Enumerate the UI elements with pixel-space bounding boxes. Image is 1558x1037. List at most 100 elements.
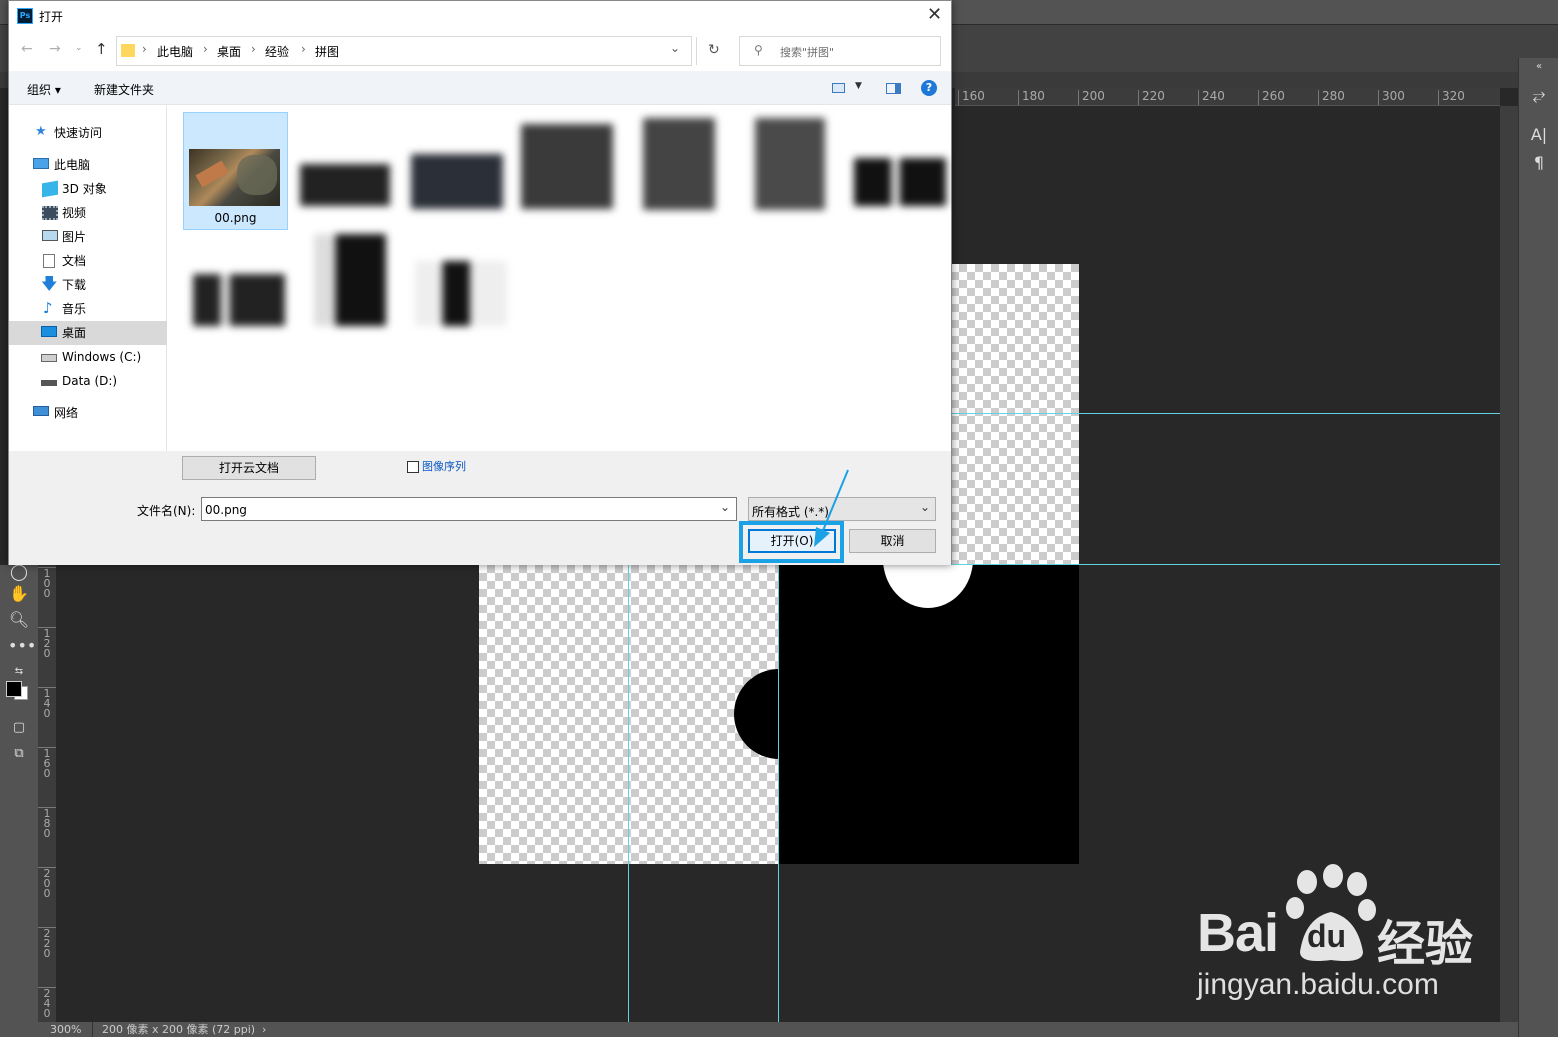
refresh-icon[interactable]: ↻: [708, 42, 720, 58]
guide-line-vertical[interactable]: [628, 565, 629, 1022]
nav-documents[interactable]: 文档: [9, 249, 167, 273]
nav-videos[interactable]: 视频: [9, 201, 167, 225]
guide-line-vertical[interactable]: [778, 565, 779, 1022]
blurred-thumbnail[interactable]: [415, 261, 507, 326]
open-cloud-docs-button[interactable]: 打开云文档: [182, 456, 316, 480]
desktop-icon: [41, 326, 57, 337]
blurred-thumbnail[interactable]: [854, 158, 946, 206]
paragraph-panel-icon[interactable]: ¶: [1527, 152, 1551, 174]
search-input[interactable]: ⚲ 搜索"拼图": [739, 36, 941, 66]
close-icon[interactable]: ✕: [927, 4, 942, 25]
nav-pictures[interactable]: 图片: [9, 225, 167, 249]
breadcrumb-jingyan[interactable]: 经验: [265, 43, 289, 60]
ruler-tick-label: 2 4 0: [38, 987, 56, 1019]
cancel-button[interactable]: 取消: [849, 529, 936, 553]
filename-value: 00.png: [205, 503, 247, 517]
download-icon: 🡇: [41, 274, 58, 293]
nav-drive-c[interactable]: Windows (C:): [9, 345, 167, 369]
filename-dropdown-icon[interactable]: ⌄: [720, 500, 730, 514]
ruler-tick-label: 220: [1138, 90, 1165, 105]
filename-label: 文件名(N):: [137, 504, 196, 518]
image-sequence-checkbox[interactable]: [407, 461, 419, 473]
pictures-icon: [42, 230, 58, 241]
baidu-jingyan-watermark: Bai du 经验 jingyan.baidu.com: [1195, 860, 1495, 1010]
blurred-thumbnail[interactable]: [521, 124, 613, 209]
nav-quick-access[interactable]: ★ 快速访问: [9, 121, 167, 145]
blurred-thumbnail[interactable]: [300, 164, 390, 206]
filename-field[interactable]: 00.png ⌄: [201, 497, 737, 521]
nav-label: 网络: [54, 406, 79, 420]
view-dropdown-icon[interactable]: ▼: [855, 81, 862, 91]
document-size: 200 像素 x 200 像素 (72 ppi): [102, 1023, 256, 1036]
blurred-thumbnail[interactable]: [755, 118, 825, 210]
ruler-tick-label: 1 6 0: [38, 747, 56, 779]
address-box[interactable]: › 此电脑 › 桌面 › 经验 › 拼图 ⌄ ↻: [116, 36, 720, 66]
screen-mode-icon[interactable]: ⧉: [8, 743, 30, 765]
nav-music[interactable]: ♪ 音乐: [9, 297, 167, 321]
breadcrumb-this-pc[interactable]: 此电脑: [157, 43, 193, 60]
history-panel-icon[interactable]: ⥂: [1527, 84, 1551, 106]
breadcrumb-separator-icon: ›: [142, 42, 147, 56]
nav-label: 快速访问: [54, 126, 103, 140]
cube-icon: [42, 180, 58, 198]
ruler-tick-label: 320: [1438, 90, 1465, 105]
canvas-scrollbar[interactable]: [1500, 106, 1518, 1022]
view-options-icon[interactable]: [832, 83, 845, 93]
back-arrow-icon[interactable]: ←: [21, 41, 33, 57]
ruler-tick-label: 240: [1198, 90, 1225, 105]
character-panel-icon[interactable]: A|: [1527, 124, 1551, 146]
nav-downloads[interactable]: 🡇 下载: [9, 273, 167, 297]
quick-mask-icon[interactable]: ▢: [8, 717, 30, 739]
hand-tool-icon[interactable]: ✋: [8, 583, 30, 605]
forward-arrow-icon[interactable]: →: [49, 41, 61, 57]
help-icon[interactable]: ?: [921, 80, 937, 96]
foreground-color-swatch[interactable]: [6, 681, 22, 697]
watermark-jingyan: 经验: [1377, 916, 1474, 972]
watermark-url: jingyan.baidu.com: [1197, 968, 1439, 1001]
canvas-transparent-area: [951, 264, 1079, 564]
blurred-thumbnail[interactable]: [643, 118, 715, 210]
watermark-brand-du: du: [1307, 918, 1347, 954]
nav-label: 此电脑: [54, 158, 91, 172]
ps-toolbar: ◯ ✋ 🔍︎ ••• ⇆ ▢ ⧉: [0, 562, 38, 1037]
swap-colors-icon[interactable]: ⇆: [8, 661, 30, 683]
more-tools-icon[interactable]: •••: [8, 635, 36, 657]
vertical-ruler: 1 0 0 1 2 0 1 4 0 1 6 0 1 8 0 2 0 0 2 2 0 2 4 0: [38, 565, 56, 1022]
up-arrow-icon[interactable]: ↑: [95, 40, 108, 58]
video-icon: [42, 206, 58, 220]
new-folder-button[interactable]: 新建文件夹: [94, 81, 154, 98]
organize-button[interactable]: 组织 ▾: [27, 81, 61, 98]
nav-label: 图片: [62, 230, 87, 244]
guide-line-horizontal[interactable]: [951, 413, 1500, 414]
star-icon: ★: [35, 124, 47, 139]
nav-drive-d[interactable]: Data (D:): [9, 369, 167, 393]
ruler-tick-label: 160: [958, 90, 985, 105]
image-sequence-label[interactable]: 图像序列: [422, 458, 466, 474]
zoom-level[interactable]: 300%: [50, 1022, 81, 1037]
nav-label: 文档: [62, 254, 87, 268]
blurred-thumbnail[interactable]: [193, 274, 285, 326]
recent-locations-chevron-icon[interactable]: ⌄: [75, 43, 83, 53]
status-menu-arrow[interactable]: ›: [262, 1022, 266, 1037]
nav-desktop[interactable]: 桌面: [9, 321, 167, 345]
breadcrumb-desktop[interactable]: 桌面: [217, 43, 241, 60]
nav-3d-objects[interactable]: 3D 对象: [9, 177, 167, 201]
ruler-tick-label: 1 2 0: [38, 627, 56, 659]
open-file-dialog: Ps 打开 ✕ ← → ⌄ ↑ › 此电脑 › 桌面 › 经验 › 拼图 ⌄ ↻…: [8, 0, 952, 565]
network-icon: [33, 406, 49, 416]
blurred-thumbnail[interactable]: [314, 234, 386, 326]
breadcrumb-puzzle[interactable]: 拼图: [315, 43, 339, 60]
address-dropdown-icon[interactable]: ⌄: [670, 41, 680, 55]
file-item-selected[interactable]: 00.png: [183, 112, 288, 230]
collapse-panel-icon[interactable]: «: [1527, 56, 1551, 78]
nav-network[interactable]: 网络: [9, 401, 167, 425]
zoom-tool-icon[interactable]: 🔍︎: [8, 609, 30, 631]
file-list: 00.png: [169, 106, 951, 451]
blurred-thumbnail[interactable]: [411, 154, 503, 209]
nav-this-pc[interactable]: 此电脑: [9, 153, 167, 177]
breadcrumb-separator-icon: ›: [301, 42, 306, 56]
guide-line-horizontal[interactable]: [951, 564, 1500, 565]
ruler-tick-label: 200: [1078, 90, 1105, 105]
drive-icon: [41, 380, 57, 386]
preview-pane-icon[interactable]: [886, 83, 901, 94]
